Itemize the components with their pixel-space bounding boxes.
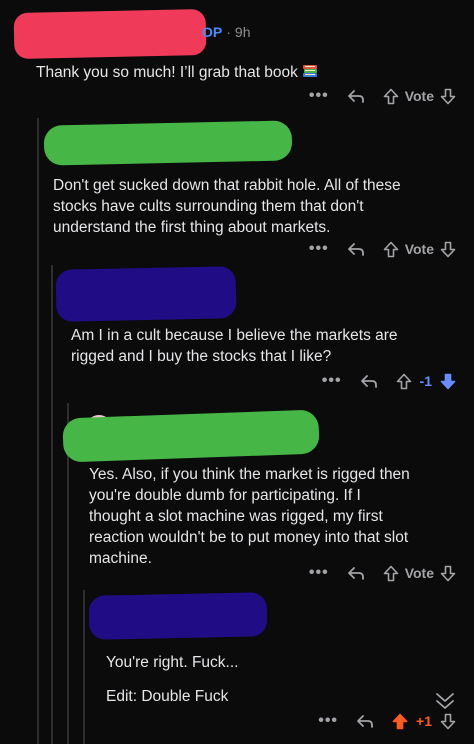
comment-body-line-2: Edit: Double Fuck bbox=[106, 688, 229, 705]
vote-label: Vote bbox=[404, 88, 434, 104]
thread-line-level-2 bbox=[51, 265, 53, 744]
comment-actions: ••• Vote bbox=[309, 238, 456, 260]
comment-body: Am I in a cult because I believe the mar… bbox=[71, 327, 398, 365]
vote-count: -1 bbox=[419, 373, 432, 389]
vote-label: Vote bbox=[404, 565, 434, 581]
comment-body: Yes. Also, if you think the market is ri… bbox=[89, 466, 410, 567]
upvote-arrow-icon[interactable] bbox=[383, 241, 399, 258]
more-dots-icon[interactable]: ••• bbox=[309, 87, 329, 105]
downvote-arrow-icon[interactable] bbox=[440, 241, 456, 258]
comment-body-line-1: You're right. Fuck... bbox=[106, 654, 239, 671]
comment-actions: ••• -1 bbox=[322, 370, 456, 392]
op-badge: OP bbox=[202, 24, 223, 40]
reply-icon[interactable] bbox=[347, 88, 365, 104]
comment-body: Thank you so much! I’ll grab that book bbox=[36, 62, 318, 83]
downvote-arrow-icon[interactable] bbox=[440, 88, 456, 105]
upvote-arrow-icon[interactable] bbox=[383, 88, 399, 105]
more-dots-icon[interactable]: ••• bbox=[309, 240, 329, 258]
reply-icon[interactable] bbox=[347, 565, 365, 581]
downvote-arrow-icon[interactable] bbox=[440, 713, 456, 730]
books-emoji-icon bbox=[302, 65, 317, 77]
thread-line-level-4 bbox=[83, 590, 85, 744]
meta-separator: · bbox=[226, 24, 231, 40]
collapse-chevrons-icon[interactable] bbox=[434, 690, 456, 712]
more-dots-icon[interactable]: ••• bbox=[322, 372, 342, 390]
redacted-username bbox=[55, 266, 237, 322]
comment-meta: OP · 9h bbox=[202, 24, 250, 40]
comment-body: Don't get sucked down that rabbit hole. … bbox=[53, 177, 401, 236]
comment-actions: ••• +1 bbox=[318, 710, 456, 732]
more-dots-icon[interactable]: ••• bbox=[309, 564, 329, 582]
vote-label: Vote bbox=[404, 241, 434, 257]
downvote-arrow-icon[interactable] bbox=[440, 373, 456, 390]
redacted-username bbox=[43, 120, 293, 166]
comment-time: 9h bbox=[234, 24, 251, 40]
reply-icon[interactable] bbox=[356, 713, 374, 729]
redacted-username bbox=[62, 409, 320, 463]
vote-group: Vote bbox=[383, 565, 456, 582]
vote-group: -1 bbox=[396, 373, 456, 390]
vote-group: +1 bbox=[392, 713, 456, 730]
comment-actions: ••• Vote bbox=[309, 562, 456, 584]
more-dots-icon[interactable]: ••• bbox=[318, 712, 338, 730]
vote-group: Vote bbox=[383, 88, 456, 105]
vote-count: +1 bbox=[416, 713, 432, 729]
reply-icon[interactable] bbox=[360, 373, 378, 389]
redacted-username bbox=[13, 8, 207, 60]
comment-text: Thank you so much! I’ll grab that book bbox=[36, 64, 298, 81]
upvote-arrow-icon[interactable] bbox=[392, 713, 408, 730]
downvote-arrow-icon[interactable] bbox=[440, 565, 456, 582]
upvote-arrow-icon[interactable] bbox=[383, 565, 399, 582]
vote-group: Vote bbox=[383, 241, 456, 258]
comment-actions: ••• Vote bbox=[309, 85, 456, 107]
thread-line-level-1 bbox=[37, 118, 39, 744]
upvote-arrow-icon[interactable] bbox=[396, 373, 412, 390]
reply-icon[interactable] bbox=[347, 241, 365, 257]
redacted-username bbox=[88, 592, 268, 640]
